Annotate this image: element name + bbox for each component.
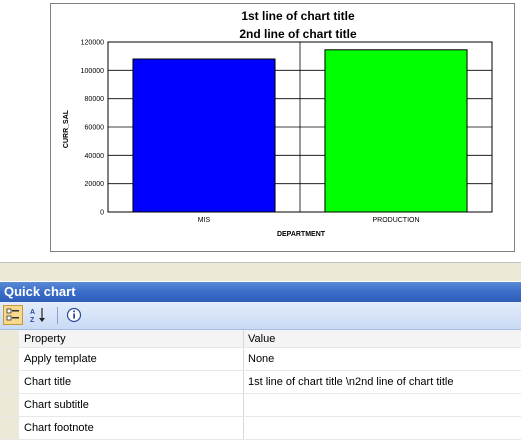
y-tick-label: 100000 [81,68,104,75]
chart-frame: 1st line of chart title 2nd line of char… [50,3,515,252]
bar-chart: 1st line of chart title 2nd line of char… [63,9,493,238]
chart-title-line-2: 2nd line of chart title [239,27,357,41]
row-gutter [0,394,19,416]
y-tick-label: 20000 [85,181,105,188]
svg-text:A: A [30,309,35,316]
plot-area: 0 20000 40000 60000 80000 100000 120000 MIS PROD… [81,40,493,224]
property-grid: Property Value Apply template None Chart… [0,330,521,440]
property-name: Chart footnote [20,417,244,439]
property-row-chart-footnote[interactable]: Chart footnote [0,417,521,440]
y-tick-label: 120000 [81,40,104,47]
property-pages-button[interactable] [64,305,84,325]
chart-title-line-1: 1st line of chart title [241,9,355,23]
property-value[interactable] [245,417,521,439]
property-name: Apply template [20,348,244,370]
y-tick-label: 60000 [85,125,105,132]
x-tick-label: MIS [198,217,211,224]
splitter-bar[interactable] [0,262,521,281]
sort-az-icon: A Z [30,308,45,324]
value-column-header[interactable]: Value [245,330,521,347]
property-row-chart-subtitle[interactable]: Chart subtitle [0,394,521,417]
x-tick-label: PRODUCTION [372,217,419,224]
row-gutter [0,348,19,370]
categorized-icon [6,308,19,321]
bar-production [324,49,468,213]
property-value[interactable] [245,394,521,416]
property-column-header[interactable]: Property [20,330,244,347]
y-axis-title: CURR_SAL [63,109,70,148]
y-tick-label: 0 [100,210,104,217]
alphabetical-button[interactable]: A Z [28,305,48,325]
property-value[interactable]: None [245,348,521,370]
row-gutter [0,371,19,393]
property-name: Chart title [20,371,244,393]
property-toolbar: A Z [0,302,521,330]
row-gutter [0,330,19,347]
property-row-chart-title[interactable]: Chart title 1st line of chart title \n2n… [0,371,521,394]
property-value[interactable]: 1st line of chart title \n2nd line of ch… [245,371,521,393]
info-icon [66,307,82,323]
property-name: Chart subtitle [20,394,244,416]
property-row-apply-template[interactable]: Apply template None [0,348,521,371]
row-gutter [0,417,19,439]
x-axis-title: DEPARTMENT [277,231,326,238]
toolbar-separator [57,307,58,324]
categorized-button[interactable] [3,305,23,325]
panel-title: Quick chart [0,282,521,302]
bar-mis [132,58,276,213]
grid-header: Property Value [0,330,521,348]
y-tick-label: 80000 [85,96,105,103]
y-tick-label: 40000 [85,153,105,160]
svg-text:Z: Z [30,317,35,324]
